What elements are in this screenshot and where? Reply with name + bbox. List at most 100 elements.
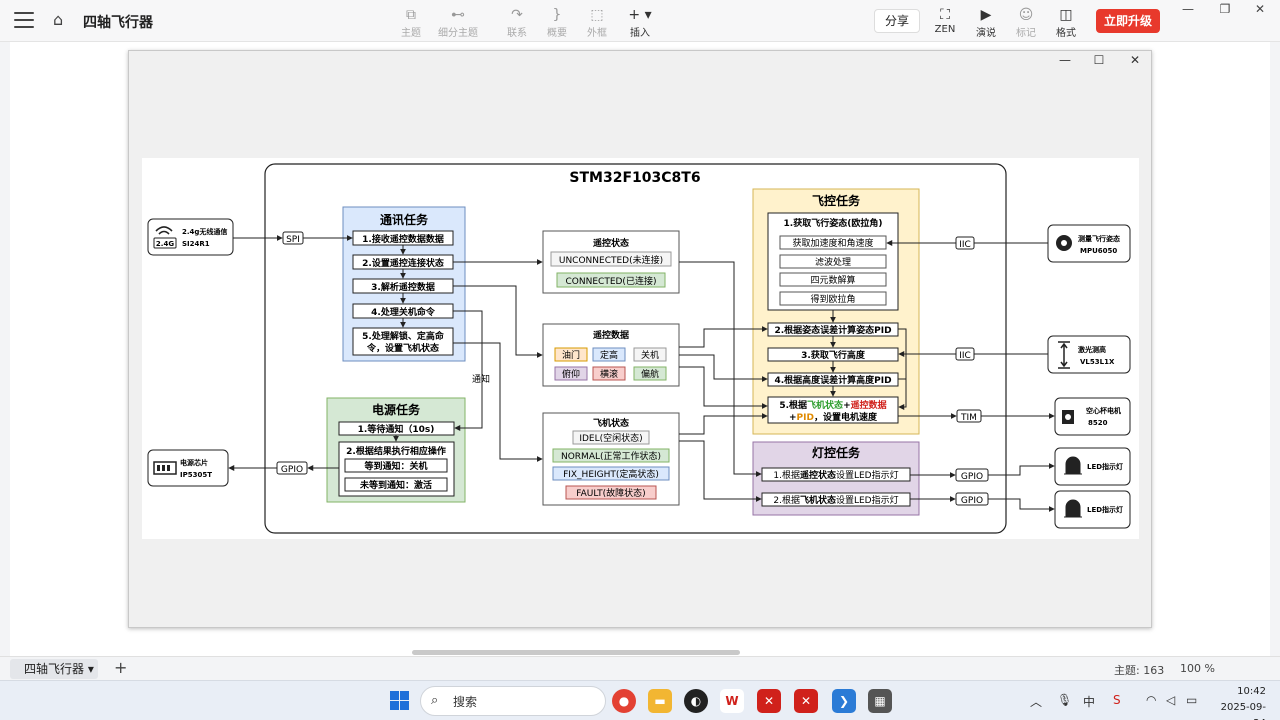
boundary-button[interactable]: ⬚ 外框 [573, 6, 621, 40]
minimize-icon[interactable]: — [1178, 2, 1198, 16]
svg-text:SPI: SPI [286, 235, 300, 245]
svg-text:UNCONNECTED(未连接): UNCONNECTED(未连接) [559, 254, 663, 266]
svg-text:电源芯片: 电源芯片 [180, 458, 208, 467]
svg-text:GPIO: GPIO [961, 496, 983, 506]
device-radio [147, 218, 234, 256]
svg-text:令，设置飞机状态: 令，设置飞机状态 [366, 342, 439, 354]
windows-start-icon[interactable] [390, 691, 410, 711]
svg-text:CONNECTED(已连接): CONNECTED(已连接) [566, 275, 657, 287]
svg-text:空心杯电机: 空心杯电机 [1086, 406, 1121, 415]
boundary-icon: ⬚ [590, 7, 604, 23]
svg-text:IIC: IIC [959, 351, 971, 361]
svg-text:SI24R1: SI24R1 [182, 240, 210, 248]
svg-text:四元数解算: 四元数解算 [810, 274, 855, 286]
comm-task-title: 通讯任务 [380, 212, 429, 227]
svg-text:遥控数据: 遥控数据 [593, 329, 629, 341]
svg-text:3.解析遥控数据: 3.解析遥控数据 [371, 281, 435, 293]
zoom-level[interactable]: 100 % [1180, 662, 1215, 675]
svg-text:TIM: TIM [960, 413, 977, 423]
svg-text:LED指示灯: LED指示灯 [1087, 505, 1123, 514]
topic-button[interactable]: ⧉ 主题 [387, 6, 435, 40]
svg-text:定高: 定高 [600, 349, 618, 361]
app-circle-icon[interactable]: ◐ [684, 689, 708, 713]
svg-text:偏航: 偏航 [641, 368, 659, 380]
close-icon[interactable]: ✕ [1250, 2, 1270, 16]
svg-text:获取加速度和角速度: 获取加速度和角速度 [792, 237, 873, 249]
svg-text:3.获取飞行高度: 3.获取飞行高度 [801, 349, 866, 361]
subtopic-button[interactable]: ⊷ 细分主题 [434, 6, 482, 40]
windows-taskbar: ⌕ 搜索 ● ▬ ◐ W ✕ ✕ ❯ ▦ ︿ 🎙 中 S ◠ ◁ ▭ 10:42… [0, 680, 1280, 720]
svg-text:2.4g无线通信: 2.4g无线通信 [182, 227, 227, 236]
share-button[interactable]: 分享 [874, 9, 920, 33]
format-panel-icon: ◫ [1059, 7, 1073, 23]
svg-text:5.根据飞机状态+遥控数据: 5.根据飞机状态+遥控数据 [779, 399, 886, 411]
app-toolbar: ⌂ 四轴飞行器 ⧉ 主题 ⊷ 细分主题 ↷ 联系 } 概要 ⬚ 外框 + ▾ 插入 分享 ⛶… [0, 0, 1280, 42]
clock[interactable]: 10:42 2025-09-24 [1212, 684, 1266, 720]
svg-text:关机: 关机 [641, 349, 659, 361]
restore-icon[interactable]: ❐ [1215, 2, 1235, 16]
svg-text:4.处理关机命令: 4.处理关机命令 [371, 306, 436, 318]
svg-text:2.4G: 2.4G [156, 240, 174, 248]
svg-text:油门: 油门 [562, 349, 580, 361]
svg-text:IIC: IIC [959, 240, 971, 250]
notify-label: 通知 [472, 373, 490, 385]
horizontal-scrollbar[interactable] [412, 650, 740, 655]
add-sheet-icon[interactable]: + [114, 658, 127, 677]
svg-text:NORMAL(正常工作状态): NORMAL(正常工作状态) [561, 450, 661, 462]
svg-text:+PID，设置电机速度: +PID，设置电机速度 [789, 411, 878, 423]
home-icon[interactable]: ⌂ [53, 11, 71, 29]
viewer-minimize-icon[interactable]: — [1057, 53, 1073, 67]
svg-text:LED指示灯: LED指示灯 [1087, 462, 1123, 471]
svg-text:1.接收遥控数据数据: 1.接收遥控数据数据 [362, 233, 444, 245]
svg-text:2.设置遥控连接状态: 2.设置遥控连接状态 [362, 257, 444, 269]
wifi-icon[interactable]: ◠ [1146, 693, 1156, 707]
svg-text:8520: 8520 [1088, 419, 1108, 427]
upgrade-button[interactable]: 立即升级 [1096, 9, 1160, 33]
topic-count: 主题: 163 [1114, 664, 1165, 677]
wps-tray-icon[interactable]: S [1113, 693, 1121, 707]
svg-text:遥控状态: 遥控状态 [593, 237, 629, 249]
viewer-maximize-icon[interactable]: ☐ [1091, 53, 1107, 67]
chevron-up-icon[interactable]: ︿ [1030, 693, 1042, 710]
microphone-icon[interactable]: 🎙 [1057, 693, 1072, 707]
file-explorer-icon[interactable]: ▬ [648, 689, 672, 713]
battery-icon[interactable]: ▭ [1186, 693, 1197, 707]
svg-text:FIX_HEIGHT(定高状态): FIX_HEIGHT(定高状态) [563, 468, 659, 480]
taskbar-search[interactable]: ⌕ 搜索 [420, 686, 606, 716]
chevron-down-icon: ▾ [87, 662, 94, 676]
volume-icon[interactable]: ◁ [1166, 693, 1175, 707]
input-method-icon[interactable]: 中 [1083, 693, 1095, 710]
svg-text:GPIO: GPIO [281, 465, 303, 475]
svg-text:IP5305T: IP5305T [180, 471, 212, 479]
subtopic-icon: ⊷ [451, 7, 465, 23]
sheet-tab[interactable]: 四轴飞行器 ▾ [10, 659, 98, 679]
format-button[interactable]: ◫ 格式 [1042, 6, 1090, 40]
viewer-close-icon[interactable]: ✕ [1127, 53, 1143, 67]
svg-text:电源任务: 电源任务 [372, 402, 421, 417]
calculator-icon[interactable]: ▦ [868, 689, 892, 713]
svg-text:GPIO: GPIO [961, 472, 983, 482]
topic-icon: ⧉ [406, 7, 416, 23]
svg-text:FAULT(故障状态): FAULT(故障状态) [576, 487, 645, 499]
svg-text:1.获取飞行姿态(欧拉角): 1.获取飞行姿态(欧拉角) [784, 217, 883, 229]
svg-text:2.根据飞机状态设置LED指示灯: 2.根据飞机状态设置LED指示灯 [773, 494, 898, 506]
insert-button[interactable]: + ▾ 插入 [616, 6, 664, 40]
search-icon: ⌕ [431, 693, 439, 708]
xmind-icon-2[interactable]: ✕ [794, 689, 818, 713]
svg-text:横滚: 横滚 [600, 368, 618, 380]
svg-text:1.等待通知（10s): 1.等待通知（10s) [358, 423, 435, 435]
document-title[interactable]: 四轴飞行器 [83, 12, 153, 32]
svg-text:2.根据姿态误差计算姿态PID: 2.根据姿态误差计算姿态PID [774, 324, 891, 336]
svg-text:灯控任务: 灯控任务 [812, 445, 861, 460]
svg-text:未等到通知：激活: 未等到通知：激活 [359, 479, 432, 491]
viewer-titlebar: — ☐ ✕ [129, 51, 1151, 71]
svg-text:得到欧拉角: 得到欧拉角 [810, 293, 855, 305]
chrome-icon[interactable]: ● [612, 689, 636, 713]
svg-text:2.根据结果执行相应操作: 2.根据结果执行相应操作 [346, 445, 446, 457]
xmind-icon[interactable]: ✕ [757, 689, 781, 713]
hamburger-menu-icon[interactable] [14, 12, 34, 30]
vscode-icon[interactable]: ❯ [832, 689, 856, 713]
sheet-bar: 四轴飞行器 ▾ + 主题: 163 100 % [0, 656, 1280, 680]
wps-icon[interactable]: W [720, 689, 744, 713]
svg-text:4.根据高度误差计算高度PID: 4.根据高度误差计算高度PID [774, 374, 891, 386]
